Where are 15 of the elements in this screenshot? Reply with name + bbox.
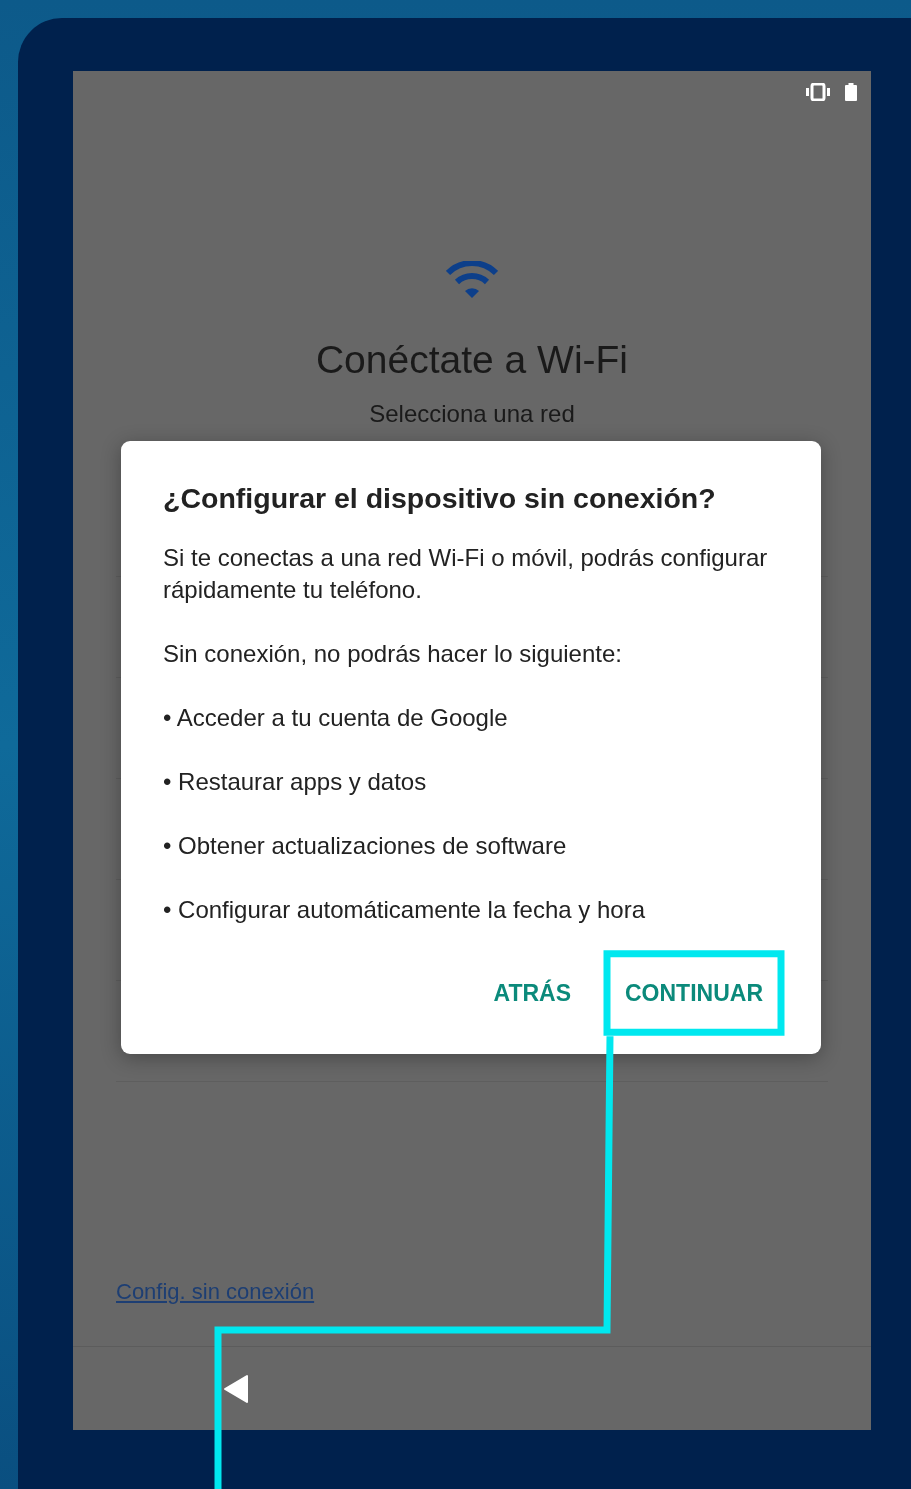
list-item: • Configurar automáticamente la fecha y hora	[163, 894, 646, 925]
screen-subtitle: Selecciona una red	[369, 398, 575, 429]
continue-button[interactable]: CONTINUAR	[609, 957, 779, 1029]
wifi-icon	[446, 261, 498, 299]
list-item: • Obtener actualizaciones de software	[163, 830, 568, 861]
back-button[interactable]: ATRÁS	[477, 957, 587, 1029]
back-icon[interactable]	[223, 1373, 249, 1404]
battery-icon	[845, 83, 857, 101]
list-item: • Restaurar apps y datos	[163, 766, 428, 797]
vibrate-icon	[805, 83, 831, 101]
dialog-title: ¿Configurar el dispositivo sin conexión?	[163, 481, 717, 516]
screen-title: Conéctate a Wi-Fi	[315, 337, 629, 383]
dialog-intro: Sin conexión, no podrás hacer lo siguiente:	[163, 638, 623, 669]
dialog-message: Si te conectas a una red Wi-Fi o móvil, podrás configurar rápidamente tu teléfono.	[163, 542, 769, 605]
list-item: • Acceder a tu cuenta de Google	[163, 702, 509, 733]
